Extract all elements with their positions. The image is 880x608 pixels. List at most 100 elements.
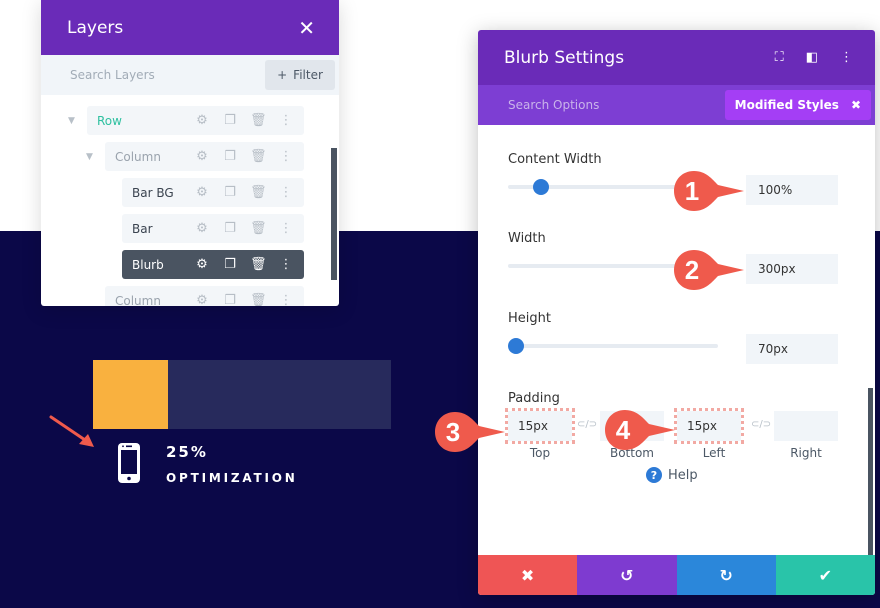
- collapse-row-toggle-icon[interactable]: ▼: [68, 116, 75, 126]
- layer-label: Row: [97, 113, 122, 128]
- padding-left-label: Left: [702, 446, 726, 460]
- settings-search-bar: Modified Styles ✖: [478, 85, 875, 125]
- width-label: Width: [508, 231, 546, 246]
- layer-label: Column: [115, 149, 161, 164]
- layers-search-input[interactable]: [70, 68, 230, 82]
- help-link[interactable]: ? Help: [646, 467, 698, 483]
- blurb-settings-panel: Blurb Settings ⛶ ◧ ⋮ Modified Styles ✖ C…: [478, 30, 875, 595]
- height-label: Height: [508, 311, 551, 326]
- padding-label: Padding: [508, 391, 560, 406]
- callout-marker-4: 4: [603, 408, 675, 452]
- close-icon[interactable]: ✕: [298, 16, 315, 40]
- settings-footer: ✖ ↺ ↻ ✔: [478, 555, 875, 595]
- trash-icon[interactable]: 🗑: [250, 257, 267, 272]
- layers-scrollbar[interactable]: [331, 148, 337, 280]
- fullscreen-icon[interactable]: ⛶: [775, 50, 784, 65]
- link-icon[interactable]: ⊂/⊃: [577, 419, 597, 430]
- link-icon[interactable]: ⊂/⊃: [751, 419, 771, 430]
- layer-label: Bar: [132, 221, 153, 236]
- callout-number: 2: [684, 254, 700, 285]
- settings-title: Blurb Settings: [504, 47, 625, 68]
- blurb-subtitle: OPTIMIZATION: [166, 471, 298, 485]
- settings-scrollbar[interactable]: [868, 388, 873, 555]
- layers-panel: Layers ✕ + Filter ▼ Row ⚙ ❐ 🗑 ⋮ ▼ Column…: [41, 0, 339, 306]
- layer-label: Blurb: [132, 257, 164, 272]
- search-options-input[interactable]: [508, 98, 658, 112]
- layer-item-column[interactable]: Column ⚙ ❐ 🗑 ⋮: [105, 142, 304, 171]
- mobile-phone-icon: [118, 443, 140, 483]
- height-input[interactable]: [746, 334, 838, 364]
- progress-bar-background: [93, 360, 391, 429]
- content-width-label: Content Width: [508, 152, 602, 167]
- more-options-icon[interactable]: ⋮: [278, 149, 294, 164]
- padding-top-input[interactable]: [505, 408, 575, 444]
- callout-number: 4: [615, 414, 631, 445]
- gear-icon[interactable]: ⚙: [194, 149, 210, 164]
- slider-handle[interactable]: [533, 179, 550, 195]
- filter-label: Filter: [293, 68, 323, 82]
- undo-button[interactable]: ↺: [577, 555, 677, 595]
- trash-icon[interactable]: 🗑: [250, 221, 267, 236]
- height-slider[interactable]: [508, 338, 718, 354]
- width-input[interactable]: [746, 254, 838, 284]
- layers-tree: ▼ Row ⚙ ❐ 🗑 ⋮ ▼ Column ⚙ ❐ 🗑 ⋮ Bar BG ⚙: [41, 95, 339, 306]
- more-options-icon[interactable]: ⋮: [278, 293, 294, 306]
- close-icon[interactable]: ✖: [851, 98, 861, 112]
- callout-marker-1: 1: [672, 169, 744, 213]
- layer-item-column-2[interactable]: Column ⚙ ❐ 🗑 ⋮: [105, 286, 304, 306]
- split-view-icon[interactable]: ◧: [806, 50, 818, 65]
- settings-header: Blurb Settings ⛶ ◧ ⋮: [478, 30, 875, 85]
- more-options-icon[interactable]: ⋮: [278, 185, 294, 200]
- duplicate-icon[interactable]: ❐: [222, 257, 238, 272]
- trash-icon[interactable]: 🗑: [250, 149, 267, 164]
- gear-icon[interactable]: ⚙: [194, 257, 210, 272]
- slider-handle[interactable]: [508, 338, 524, 354]
- trash-icon[interactable]: 🗑: [250, 293, 267, 306]
- filter-button[interactable]: + Filter: [265, 60, 335, 90]
- help-icon: ?: [646, 467, 662, 483]
- callout-number: 1: [684, 175, 700, 206]
- duplicate-icon[interactable]: ❐: [222, 149, 238, 164]
- modified-styles-filter-button[interactable]: Modified Styles ✖: [724, 90, 871, 120]
- layers-title: Layers: [67, 17, 124, 38]
- collapse-column-toggle-icon[interactable]: ▼: [86, 152, 93, 162]
- trash-icon[interactable]: 🗑: [250, 113, 267, 128]
- more-options-icon[interactable]: ⋮: [278, 221, 294, 236]
- callout-marker-2: 2: [672, 248, 744, 292]
- progress-bar-fill: [93, 360, 168, 429]
- layer-item-bar-bg[interactable]: Bar BG ⚙ ❐ 🗑 ⋮: [122, 178, 304, 207]
- content-width-input[interactable]: [746, 175, 838, 205]
- duplicate-icon[interactable]: ❐: [222, 113, 238, 128]
- callout-number: 3: [445, 416, 461, 447]
- layers-search-bar: + Filter: [41, 55, 339, 95]
- more-options-icon[interactable]: ⋮: [278, 257, 294, 272]
- modified-styles-label: Modified Styles: [734, 98, 839, 112]
- layer-item-bar[interactable]: Bar ⚙ ❐ 🗑 ⋮: [122, 214, 304, 243]
- gear-icon[interactable]: ⚙: [194, 185, 210, 200]
- more-options-icon[interactable]: ⋮: [840, 50, 853, 65]
- redo-button[interactable]: ↻: [676, 555, 776, 595]
- save-button[interactable]: ✔: [775, 555, 875, 595]
- duplicate-icon[interactable]: ❐: [222, 293, 238, 306]
- callout-marker-3: 3: [433, 410, 505, 454]
- layer-item-blurb[interactable]: Blurb ⚙ ❐ 🗑 ⋮: [122, 250, 304, 279]
- duplicate-icon[interactable]: ❐: [222, 221, 238, 236]
- duplicate-icon[interactable]: ❐: [222, 185, 238, 200]
- more-options-icon[interactable]: ⋮: [278, 113, 294, 128]
- layer-label: Column: [115, 293, 161, 307]
- help-label: Help: [668, 467, 698, 483]
- padding-right-input[interactable]: [774, 411, 838, 441]
- layers-header: Layers ✕: [41, 0, 339, 55]
- padding-right-label: Right: [790, 446, 822, 460]
- trash-icon[interactable]: 🗑: [250, 185, 267, 200]
- plus-icon: +: [277, 68, 288, 82]
- gear-icon[interactable]: ⚙: [194, 221, 210, 236]
- gear-icon[interactable]: ⚙: [194, 113, 210, 128]
- padding-left-input[interactable]: [674, 408, 744, 444]
- discard-button[interactable]: ✖: [478, 555, 578, 595]
- gear-icon[interactable]: ⚙: [194, 293, 210, 306]
- padding-top-label: Top: [529, 446, 551, 460]
- layer-label: Bar BG: [132, 185, 174, 200]
- layer-item-row[interactable]: Row ⚙ ❐ 🗑 ⋮: [87, 106, 304, 135]
- blurb-title: 25%: [166, 443, 208, 461]
